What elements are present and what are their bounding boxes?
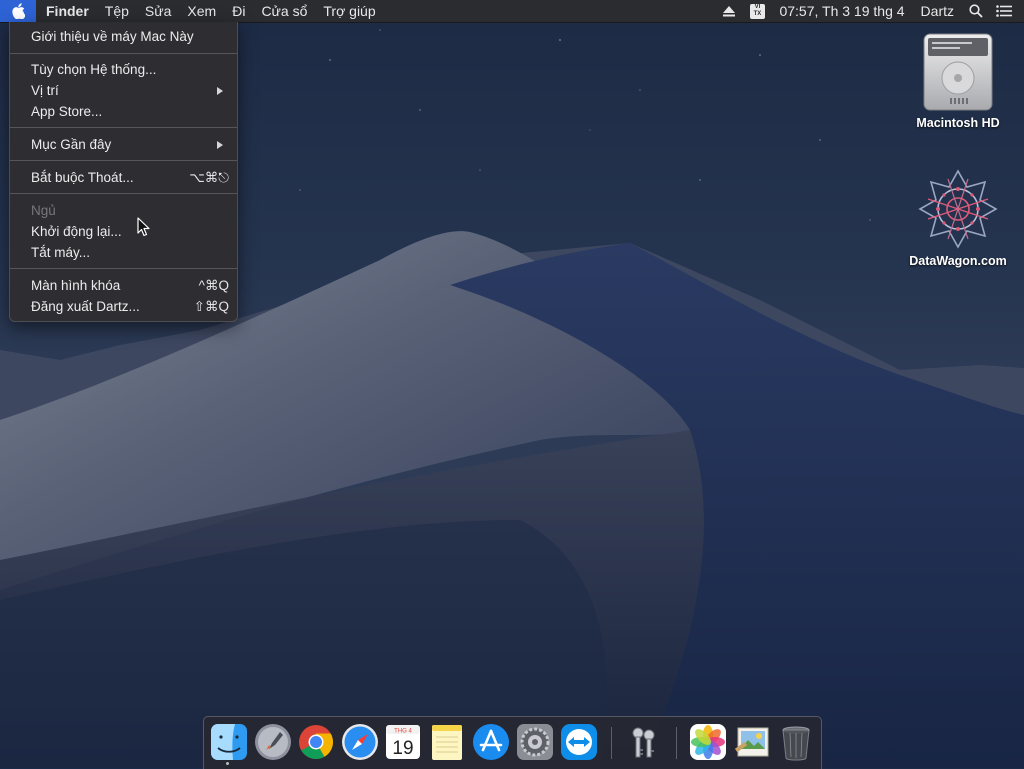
dock-launchpad[interactable] bbox=[254, 723, 292, 761]
menu-item-force-quit[interactable]: Bắt buộc Thoát... ⌥⌘⎋ bbox=[10, 167, 237, 188]
input-source-line-2: TX bbox=[753, 11, 762, 17]
desktop-icon-datawagon[interactable]: DataWagon.com bbox=[898, 168, 1018, 268]
menu-item-log-out[interactable]: Đăng xuất Dartz... ⇧⌘Q bbox=[10, 296, 237, 317]
dock: THG 4 19 bbox=[203, 716, 822, 769]
dock-preview[interactable] bbox=[733, 723, 771, 761]
menu-item-location[interactable]: Vị trí bbox=[10, 80, 237, 101]
menu-separator bbox=[10, 193, 237, 194]
menu-item-recent-items[interactable]: Mục Gần đây bbox=[10, 134, 237, 155]
chrome-icon bbox=[299, 725, 333, 759]
menubar-window[interactable]: Cửa sổ bbox=[253, 0, 315, 22]
apple-menu-dropdown: Giới thiệu về máy Mac Này Tùy chọn Hệ th… bbox=[9, 22, 238, 322]
dock-chrome[interactable] bbox=[297, 723, 335, 761]
apple-icon bbox=[12, 3, 25, 19]
notification-center-icon[interactable] bbox=[990, 0, 1018, 22]
menu-bar: Finder Tệp Sửa Xem Đi Cửa sổ Trợ giúp VI… bbox=[0, 0, 1024, 23]
submenu-arrow-icon bbox=[217, 141, 223, 149]
menu-item-app-store[interactable]: App Store... bbox=[10, 101, 237, 122]
menu-item-shortcut: ⌥⌘⎋ bbox=[189, 170, 229, 185]
submenu-arrow-icon bbox=[217, 87, 223, 95]
menu-item-restart[interactable]: Khởi động lại... bbox=[10, 221, 237, 242]
hard-drive-icon bbox=[923, 33, 993, 111]
desktop-icon-macintosh-hd[interactable]: Macintosh HD bbox=[898, 32, 1018, 130]
dock-safari[interactable] bbox=[341, 723, 379, 761]
photos-icon bbox=[690, 724, 726, 760]
menubar-edit[interactable]: Sửa bbox=[137, 0, 180, 22]
menu-separator bbox=[10, 160, 237, 161]
dock-keychain-access[interactable] bbox=[624, 723, 662, 761]
input-source-badge: VI TX bbox=[749, 3, 765, 19]
menu-item-system-preferences[interactable]: Tùy chọn Hệ thống... bbox=[10, 59, 237, 80]
menu-item-shut-down[interactable]: Tắt máy... bbox=[10, 242, 237, 263]
menu-item-label: Tắt máy... bbox=[31, 245, 91, 260]
notes-icon bbox=[432, 725, 462, 760]
menubar-user[interactable]: Dartz bbox=[913, 0, 962, 22]
menubar-view[interactable]: Xem bbox=[179, 0, 224, 22]
app-store-icon bbox=[473, 724, 509, 760]
dock-divider bbox=[676, 727, 677, 759]
launchpad-icon bbox=[255, 724, 291, 760]
menu-item-about-this-mac[interactable]: Giới thiệu về máy Mac Này bbox=[10, 26, 237, 47]
menu-item-label: Tùy chọn Hệ thống... bbox=[31, 62, 157, 77]
system-preferences-icon bbox=[517, 724, 553, 760]
dock-finder[interactable] bbox=[210, 723, 248, 761]
safari-icon bbox=[342, 724, 378, 760]
teamviewer-icon bbox=[561, 724, 597, 760]
menu-item-label: Mục Gần đây bbox=[31, 137, 112, 152]
menu-item-shortcut: ⇧⌘Q bbox=[193, 299, 229, 314]
mouse-cursor-icon bbox=[137, 217, 150, 237]
spotlight-search-icon[interactable] bbox=[962, 0, 990, 22]
menu-item-label: Khởi động lại... bbox=[31, 224, 122, 239]
apple-menu-button[interactable] bbox=[0, 0, 36, 22]
desktop-icon-label: DataWagon.com bbox=[909, 254, 1007, 268]
datawagon-logo-icon bbox=[918, 169, 998, 249]
dock-app-store[interactable] bbox=[472, 723, 510, 761]
dock-notes[interactable] bbox=[428, 723, 466, 761]
calendar-month: THG 4 bbox=[394, 729, 412, 735]
menu-item-label: Màn hình khóa bbox=[31, 278, 121, 293]
input-source-menu[interactable]: VI TX bbox=[743, 0, 771, 22]
dock-trash[interactable] bbox=[777, 723, 815, 761]
menu-item-label: App Store... bbox=[31, 104, 103, 119]
trash-icon bbox=[782, 726, 810, 761]
dock-teamviewer[interactable] bbox=[560, 723, 598, 761]
dock-running-indicator bbox=[226, 762, 229, 765]
dock-photos[interactable] bbox=[689, 723, 727, 761]
dock-calendar[interactable]: THG 4 19 bbox=[384, 723, 422, 761]
menubar-go[interactable]: Đi bbox=[224, 0, 253, 22]
menu-item-label: Giới thiệu về máy Mac Này bbox=[31, 29, 194, 44]
dock-divider bbox=[611, 727, 612, 759]
menu-item-shortcut: ^⌘Q bbox=[198, 278, 229, 293]
menu-item-sleep: Ngủ bbox=[10, 200, 237, 221]
input-source-line-1: VI bbox=[754, 4, 761, 10]
menu-separator bbox=[10, 127, 237, 128]
dock-system-preferences[interactable] bbox=[516, 723, 554, 761]
menu-item-label: Bắt buộc Thoát... bbox=[31, 170, 134, 185]
menu-item-lock-screen[interactable]: Màn hình khóa ^⌘Q bbox=[10, 275, 237, 296]
menubar-clock[interactable]: 07:57, Th 3 19 thg 4 bbox=[771, 0, 912, 22]
menubar-app-finder[interactable]: Finder bbox=[36, 0, 97, 22]
calendar-day: 19 bbox=[392, 738, 413, 759]
menu-item-label: Đăng xuất Dartz... bbox=[31, 299, 140, 314]
calendar-icon: THG 4 19 bbox=[386, 725, 420, 759]
eject-icon[interactable] bbox=[715, 0, 743, 22]
preview-icon bbox=[734, 727, 769, 757]
desktop-icon-label: Macintosh HD bbox=[916, 116, 1000, 130]
menu-separator bbox=[10, 268, 237, 269]
keychain-access-icon bbox=[632, 727, 655, 758]
menu-item-label: Ngủ bbox=[31, 203, 56, 218]
menu-item-label: Vị trí bbox=[31, 83, 59, 98]
finder-icon bbox=[211, 724, 247, 760]
menubar-file[interactable]: Tệp bbox=[97, 0, 137, 22]
menubar-help[interactable]: Trợ giúp bbox=[315, 0, 383, 22]
menu-separator bbox=[10, 53, 237, 54]
